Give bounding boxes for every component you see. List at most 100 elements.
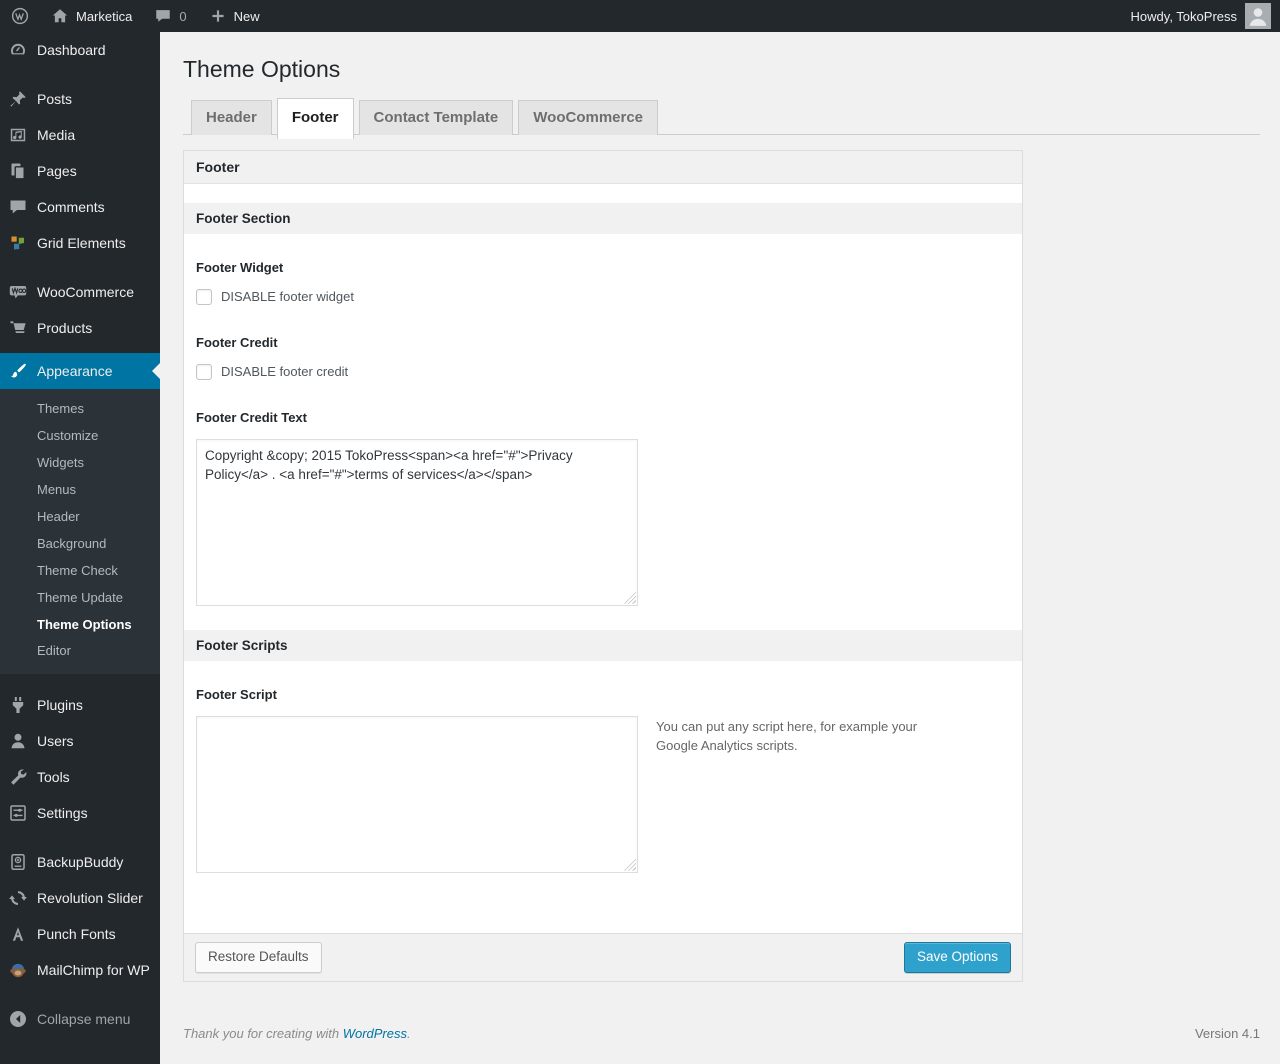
media-icon xyxy=(8,125,28,145)
admin-footer: Thank you for creating with WordPress. V… xyxy=(183,1026,1260,1041)
sidebar-item-woocommerce[interactable]: WooCommerce xyxy=(0,274,160,310)
site-name-menu[interactable]: Marketica xyxy=(40,0,143,32)
tab-contact-template[interactable]: Contact Template xyxy=(358,99,514,135)
sidebar-item-pages[interactable]: Pages xyxy=(0,153,160,189)
panel-gap xyxy=(184,183,1022,203)
sidebar-label-users: Users xyxy=(37,733,74,750)
footer-script-textarea[interactable] xyxy=(196,715,638,873)
refresh-arrows-icon xyxy=(8,888,28,908)
sidebar-label-punch-fonts: Punch Fonts xyxy=(37,926,116,943)
sidebar-label-dashboard: Dashboard xyxy=(37,42,106,58)
sidebar-item-revolution-slider[interactable]: Revolution Slider xyxy=(0,880,160,916)
comments-menu[interactable]: 0 xyxy=(143,0,197,32)
comments-count: 0 xyxy=(179,8,187,24)
sidebar-item-dashboard[interactable]: Dashboard xyxy=(0,32,160,68)
sidebar-item-posts[interactable]: Posts xyxy=(0,81,160,117)
sidebar-item-collapse-menu[interactable]: Collapse menu xyxy=(0,1001,160,1037)
plus-icon xyxy=(209,7,227,25)
restore-defaults-button[interactable]: Restore Defaults xyxy=(195,941,322,973)
pages-icon xyxy=(8,161,28,181)
woocommerce-icon xyxy=(8,282,28,302)
plugin-icon xyxy=(8,695,28,715)
appearance-submenu: Themes Customize Widgets Menus Header Ba… xyxy=(0,389,160,675)
save-options-button[interactable]: Save Options xyxy=(903,941,1011,973)
footer-widget-checkbox-label: DISABLE footer widget xyxy=(221,289,354,305)
page-title: Theme Options xyxy=(183,56,341,82)
sidebar-label-posts: Posts xyxy=(37,91,73,107)
sidebar-label-mailchimp: MailChimp for WP xyxy=(37,962,150,979)
footer-credit-text-label: Footer Credit Text xyxy=(196,409,307,425)
sidebar-subitem-background[interactable]: Background xyxy=(0,531,160,558)
site-name: Marketica xyxy=(76,8,133,24)
sidebar-subitem-header[interactable]: Header xyxy=(0,504,160,531)
wordpress-logo-menu[interactable] xyxy=(0,0,40,32)
sidebar-label-revolution-slider: Revolution Slider xyxy=(37,890,143,907)
sidebar-item-mailchimp[interactable]: MailChimp for WP xyxy=(0,952,160,988)
sidebar-item-tools[interactable]: Tools xyxy=(0,759,160,795)
tab-woocommerce[interactable]: WooCommerce xyxy=(518,99,659,135)
sidebar-label-grid-elements: Grid Elements xyxy=(37,235,126,251)
thanks-suffix: . xyxy=(407,1025,411,1041)
sidebar-item-comments[interactable]: Comments xyxy=(0,189,160,225)
sidebar-item-media[interactable]: Media xyxy=(0,117,160,153)
footer-script-textarea-wrap xyxy=(196,715,638,873)
sidebar-label-media: Media xyxy=(37,127,76,143)
footer-widget-label: Footer Widget xyxy=(196,259,284,275)
sidebar-subitem-theme-options[interactable]: Theme Options xyxy=(0,612,160,639)
admin-sidebar: Dashboard Posts Media Pages Comments Gri… xyxy=(0,32,160,1064)
footer-credit-checkbox-label: DISABLE footer credit xyxy=(221,364,349,380)
sidebar-item-backupbuddy[interactable]: BackupBuddy xyxy=(0,844,160,880)
sidebar-subitem-themes[interactable]: Themes xyxy=(0,396,160,423)
sidebar-label-pages: Pages xyxy=(37,163,77,179)
footer-credit-checkbox[interactable] xyxy=(196,363,212,380)
new-content-menu[interactable]: New xyxy=(198,0,271,32)
footer-scripts-heading: Footer Scripts xyxy=(184,629,1022,661)
footer-credit-checkbox-row[interactable]: DISABLE footer credit xyxy=(196,363,1010,380)
tab-footer[interactable]: Footer xyxy=(276,97,354,139)
sidebar-item-appearance[interactable]: Appearance xyxy=(0,353,160,389)
comment-bubble-icon xyxy=(154,7,172,25)
avatar xyxy=(1245,3,1271,29)
tab-header[interactable]: Header xyxy=(191,99,272,135)
sidebar-item-users[interactable]: Users xyxy=(0,723,160,759)
sidebar-subitem-theme-update[interactable]: Theme Update xyxy=(0,585,160,612)
sidebar-subitem-editor[interactable]: Editor xyxy=(0,638,160,665)
sidebar-label-products: Products xyxy=(37,320,93,336)
sidebar-label-appearance: Appearance xyxy=(37,363,113,379)
footer-widget-checkbox-row[interactable]: DISABLE footer widget xyxy=(196,288,1010,305)
comments-icon xyxy=(8,197,28,217)
sidebar-subitem-theme-check[interactable]: Theme Check xyxy=(0,558,160,585)
panel-title: Footer xyxy=(184,150,1022,184)
collapse-arrow-icon xyxy=(8,1009,28,1029)
sidebar-item-products[interactable]: Products xyxy=(0,310,160,346)
sidebar-label-settings: Settings xyxy=(37,805,88,822)
footer-section-fields: Footer Widget DISABLE footer widget Foot… xyxy=(184,234,1022,630)
sidebar-label-collapse: Collapse menu xyxy=(37,1011,131,1028)
account-menu[interactable]: Howdy, TokoPress xyxy=(1131,3,1280,29)
settings-icon xyxy=(8,803,28,823)
sidebar-label-tools: Tools xyxy=(37,769,70,786)
howdy-text: Howdy, TokoPress xyxy=(1130,8,1237,24)
footer-script-help-text: You can put any script here, for example… xyxy=(656,718,918,754)
dashboard-icon xyxy=(8,40,28,60)
new-label: New xyxy=(233,8,260,24)
brush-icon xyxy=(8,361,28,381)
sidebar-item-plugins[interactable]: Plugins xyxy=(0,687,160,723)
footer-thanks-text: Thank you for creating with WordPress. xyxy=(183,1026,411,1041)
version-text: Version 4.1 xyxy=(1194,1025,1260,1041)
panel-footer: Restore Defaults Save Options xyxy=(184,932,1022,981)
footer-widget-checkbox[interactable] xyxy=(196,288,212,305)
sidebar-item-grid-elements[interactable]: Grid Elements xyxy=(0,225,160,261)
wordpress-logo-icon xyxy=(11,7,29,25)
sidebar-label-comments: Comments xyxy=(37,199,105,215)
sidebar-subitem-widgets[interactable]: Widgets xyxy=(0,450,160,477)
sidebar-item-punch-fonts[interactable]: Punch Fonts xyxy=(0,916,160,952)
sidebar-subitem-customize[interactable]: Customize xyxy=(0,423,160,450)
wordpress-link[interactable]: WordPress xyxy=(343,1026,407,1041)
footer-credit-label: Footer Credit xyxy=(196,334,278,350)
tab-bar: Header Footer Contact Template WooCommer… xyxy=(183,97,1260,139)
sidebar-item-settings[interactable]: Settings xyxy=(0,795,160,831)
footer-credit-textarea[interactable]: Copyright &copy; 2015 TokoPress<span><a … xyxy=(196,438,638,606)
thanks-prefix: Thank you for creating with xyxy=(183,1025,343,1041)
sidebar-subitem-menus[interactable]: Menus xyxy=(0,477,160,504)
